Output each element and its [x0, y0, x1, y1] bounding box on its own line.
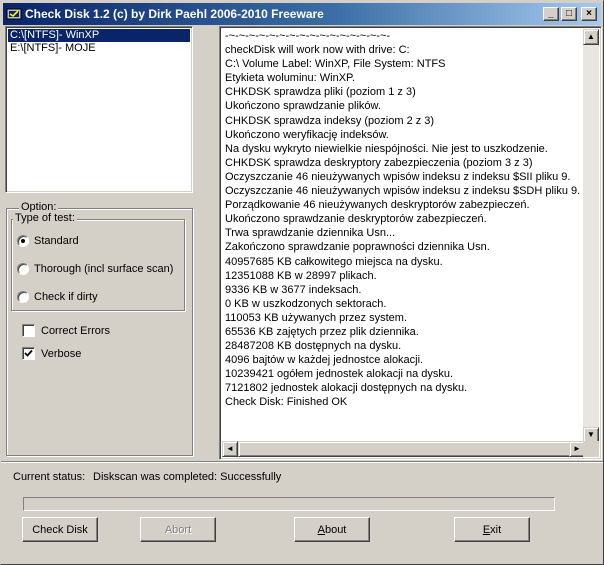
drive-list[interactable]: C:\[NTFS]- WinXP E:\[NTFS]- MOJE	[5, 26, 193, 193]
log-line: 7121802 jednostek alokacji dostępnych na…	[225, 382, 468, 395]
scroll-up-button[interactable]: ▲	[583, 29, 599, 45]
log-line: CHKDSK sprawdza deskryptory zabezpieczen…	[225, 156, 533, 169]
log-line: CHKDSK sprawdza pliki (poziom 1 z 3)	[225, 86, 416, 99]
log-line: Zakończono sprawdzanie poprawności dzien…	[225, 241, 490, 254]
horizontal-scroll-thumb[interactable]	[238, 441, 574, 457]
log-line: Ukończono weryfikację indeksów.	[225, 128, 389, 141]
log-horizontal-scrollbar[interactable]: ◄ ►	[222, 441, 585, 457]
scroll-right-icon: ►	[573, 444, 581, 453]
log-line: Check Disk: Finished OK	[225, 396, 348, 409]
scroll-left-button[interactable]: ◄	[222, 441, 238, 457]
log-line: 65536 KB zajętych przez plik dziennika.	[225, 325, 419, 338]
log-line: Etykieta woluminu: WinXP.	[225, 72, 356, 85]
about-button-mnemonic: A	[317, 523, 325, 536]
radio-standard-indicator[interactable]	[17, 235, 29, 247]
checkdisk-app-icon	[6, 8, 22, 20]
about-button[interactable]: About	[294, 517, 370, 542]
correct-errors-box[interactable]	[22, 324, 35, 337]
drive-item-e[interactable]: E:\[NTFS]- MOJE	[8, 42, 190, 55]
exit-button[interactable]: Exit	[454, 517, 530, 542]
close-icon: ×	[586, 8, 592, 19]
radio-thorough-label: Thorough (incl surface scan)	[34, 263, 174, 275]
scroll-left-icon: ◄	[226, 444, 234, 453]
log-line: -~-~-~-~-~-~-~-~-~-~-~-~-~-~-~-~-	[225, 30, 391, 42]
window-title: Check Disk 1.2 (c) by Dirk Paehl 2006-20…	[25, 7, 324, 21]
test-type-label: Type of test:	[13, 212, 77, 224]
log-line: Ukończono sprawdzanie plików.	[225, 100, 381, 113]
progress-bar	[23, 497, 555, 511]
checkmark-icon	[24, 349, 33, 357]
log-line: Ukończono sprawdzanie deskryptorów zabez…	[225, 213, 487, 226]
abort-button[interactable]: Abort	[140, 517, 216, 542]
log-line: Trwa sprawdzanie dziennika Usn...	[225, 227, 396, 240]
log-line: 0 KB w uszkodzonych sektorach.	[225, 297, 387, 310]
close-button[interactable]: ×	[581, 7, 597, 21]
exit-button-label: xit	[490, 523, 502, 536]
scrollbar-corner	[583, 441, 599, 457]
log-line: C:\ Volume Label: WinXP, File System: NT…	[225, 58, 446, 71]
log-line: 10239421 ogółem jednostek alokacji na dy…	[225, 368, 454, 381]
radio-thorough-indicator[interactable]	[17, 263, 29, 275]
log-line: 9336 KB w 3677 indeksach.	[225, 283, 362, 296]
log-line: Porządkowanie 46 nieużywanych deskryptor…	[225, 199, 530, 212]
title-bar[interactable]: Check Disk 1.2 (c) by Dirk Paehl 2006-20…	[3, 3, 601, 25]
radio-check-if-dirty-indicator[interactable]	[17, 291, 29, 303]
log-line: Oczyszczanie 46 nieużywanych wpisów inde…	[225, 185, 581, 198]
log-line: checkDisk will work now with drive: C:	[225, 44, 410, 57]
scroll-up-icon: ▲	[587, 32, 595, 41]
log-line: 40957685 KB całkowitego miejsca na dysku…	[225, 255, 443, 268]
verbose-box[interactable]	[22, 347, 35, 360]
checkdisk-window: Check Disk 1.2 (c) by Dirk Paehl 2006-20…	[0, 0, 604, 565]
log-content[interactable]: -~-~-~-~-~-~-~-~-~-~-~-~-~-~-~-~- checkDi…	[223, 29, 585, 443]
log-line: 28487208 KB dostępnych na dysku.	[225, 340, 402, 353]
verbose-label: Verbose	[41, 348, 82, 360]
log-line: 4096 bajtów w każdej jednostce alokacji.	[225, 354, 424, 367]
log-line: 110053 KB używanych przez system.	[225, 311, 407, 324]
log-line: Na dysku wykryto niewielkie niespójności…	[225, 142, 548, 155]
log-line: CHKDSK sprawdza indeksy (poziom 2 z 3)	[225, 114, 435, 127]
status-value: Diskscan was completed: Successfully	[93, 471, 282, 483]
log-textarea[interactable]: -~-~-~-~-~-~-~-~-~-~-~-~-~-~-~-~- checkDi…	[219, 26, 602, 460]
scroll-down-icon: ▼	[587, 430, 595, 439]
drive-item-c[interactable]: C:\[NTFS]- WinXP	[8, 29, 190, 42]
minimize-icon: _	[548, 8, 554, 19]
check-disk-button[interactable]: Check Disk	[22, 517, 98, 542]
status-separator	[1, 461, 603, 463]
radio-check-if-dirty-label: Check if dirty	[34, 291, 98, 303]
about-button-label: bout	[324, 523, 347, 536]
log-line: Oczyszczanie 46 nieużywanych wpisów inde…	[225, 170, 571, 183]
log-line: 12351088 KB w 28997 plikach.	[225, 269, 377, 282]
log-vertical-scrollbar[interactable]: ▲ ▼	[583, 29, 599, 443]
maximize-button[interactable]: □	[561, 7, 577, 21]
status-label: Current status:	[13, 471, 86, 483]
correct-errors-label: Correct Errors	[41, 325, 111, 337]
minimize-button[interactable]: _	[543, 7, 559, 21]
maximize-icon: □	[565, 8, 573, 19]
radio-standard-label: Standard	[34, 235, 79, 247]
